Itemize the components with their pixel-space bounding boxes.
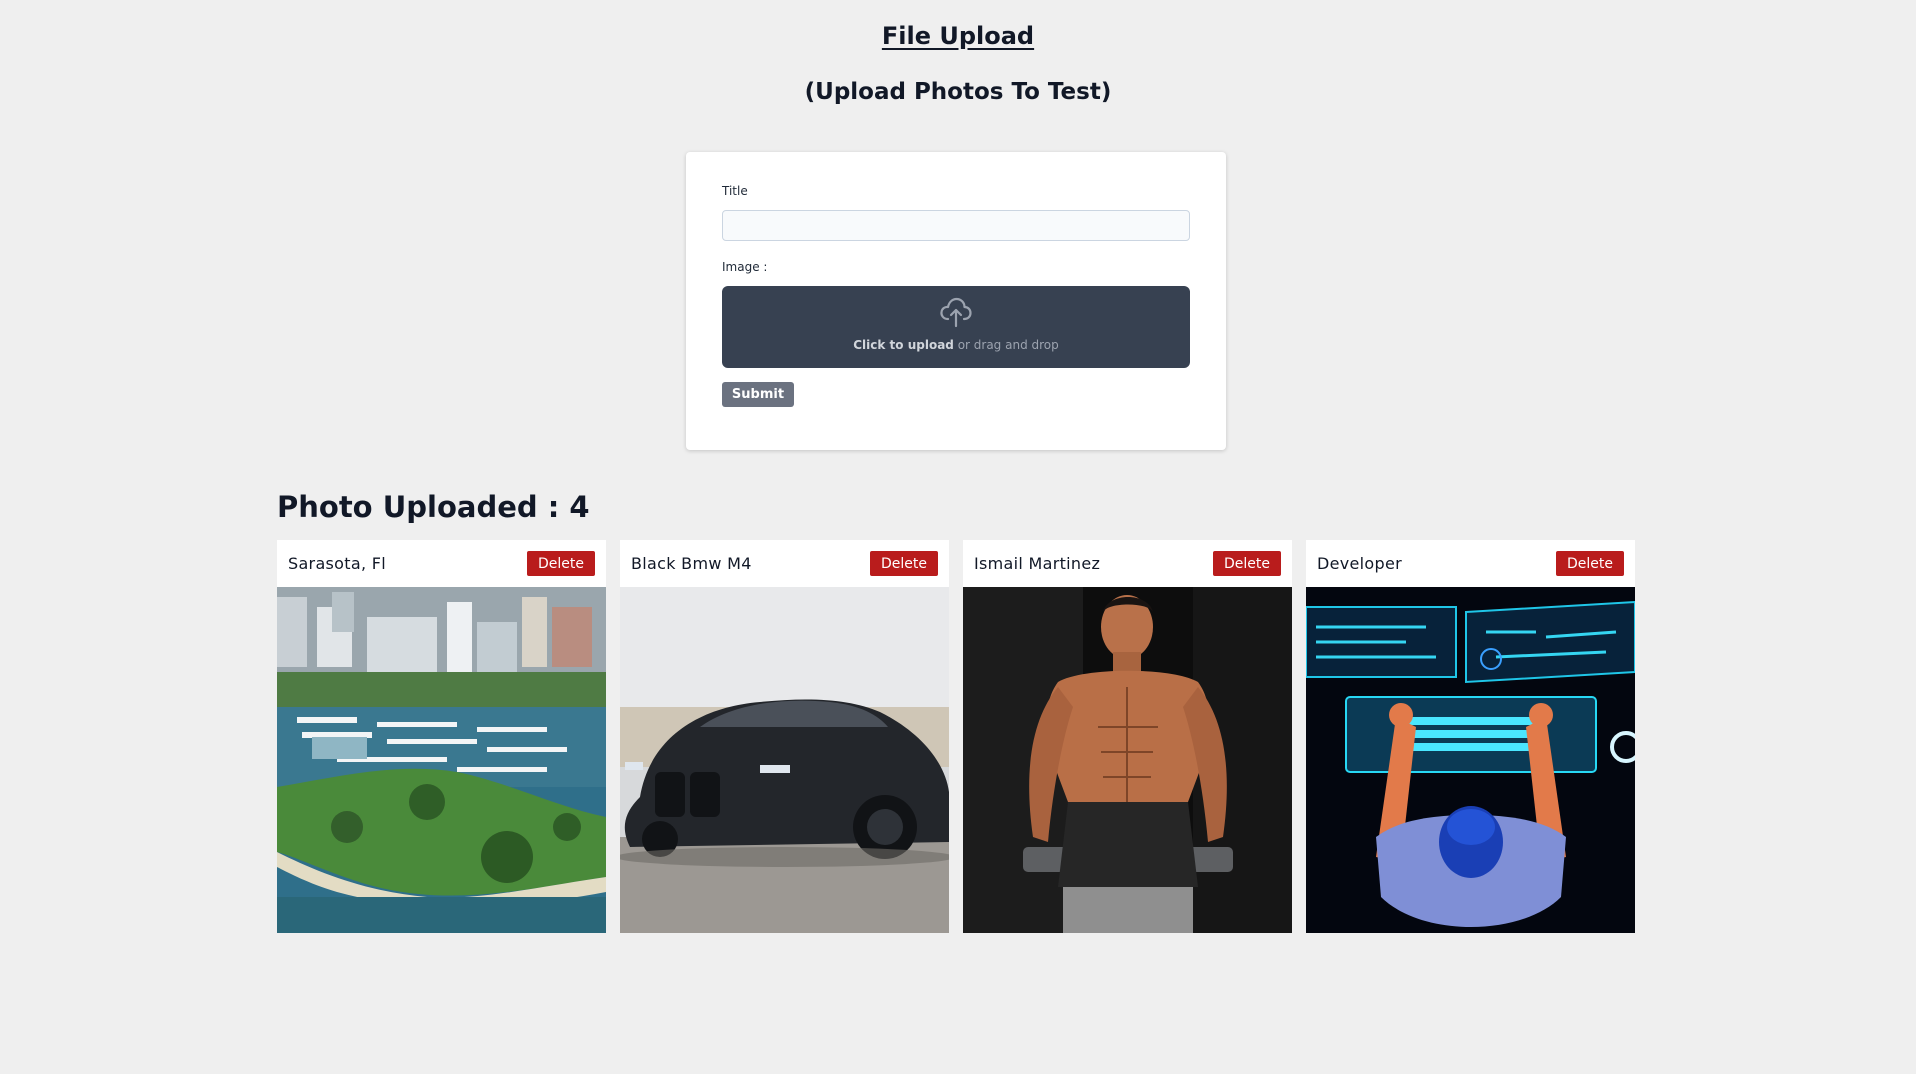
developer-illustration-image xyxy=(1306,587,1635,933)
image-dropzone[interactable]: Click to upload or drag and drop xyxy=(722,286,1190,368)
delete-button[interactable]: Delete xyxy=(1213,551,1281,576)
photo-title: Sarasota, Fl xyxy=(288,554,386,573)
photo-image xyxy=(963,587,1292,933)
photo-card-header: Developer Delete xyxy=(1306,540,1635,587)
photo-image xyxy=(277,587,606,933)
file-upload-page: File Upload (Upload Photos To Test) Titl… xyxy=(0,0,1916,1074)
black-car-image xyxy=(620,587,949,933)
photo-card: Ismail Martinez Delete xyxy=(963,540,1292,933)
photo-image xyxy=(620,587,949,933)
aerial-city-marina-image xyxy=(277,587,606,933)
photo-count-heading: Photo Uploaded : 4 xyxy=(277,490,590,524)
dropzone-text: Click to upload or drag and drop xyxy=(853,338,1059,352)
photo-card-header: Ismail Martinez Delete xyxy=(963,540,1292,587)
photo-title: Black Bmw M4 xyxy=(631,554,752,573)
delete-button[interactable]: Delete xyxy=(1556,551,1624,576)
photo-title: Ismail Martinez xyxy=(974,554,1101,573)
title-label: Title xyxy=(722,184,748,198)
photo-card: Developer Delete xyxy=(1306,540,1635,933)
dropzone-drag-text: or drag and drop xyxy=(953,338,1059,352)
delete-button[interactable]: Delete xyxy=(527,551,595,576)
image-label: Image : xyxy=(722,260,768,274)
cloud-upload-icon xyxy=(940,297,972,328)
photo-card: Black Bmw M4 Delete xyxy=(620,540,949,933)
dropzone-click-text: Click to upload xyxy=(853,338,954,352)
title-input[interactable] xyxy=(722,210,1190,241)
page-title: File Upload xyxy=(881,22,1035,50)
delete-button[interactable]: Delete xyxy=(870,551,938,576)
page-subtitle: (Upload Photos To Test) xyxy=(804,79,1112,105)
photo-card-header: Black Bmw M4 Delete xyxy=(620,540,949,587)
athlete-portrait-image xyxy=(963,587,1292,933)
submit-button[interactable]: Submit xyxy=(722,382,794,407)
photo-image xyxy=(1306,587,1635,933)
photo-card-header: Sarasota, Fl Delete xyxy=(277,540,606,587)
photo-title: Developer xyxy=(1317,554,1402,573)
photo-card: Sarasota, Fl Delete xyxy=(277,540,606,933)
photo-gallery: Sarasota, Fl Delete Black Bmw M4 Delete … xyxy=(277,540,1636,933)
upload-form-card: Title Image : Click to upload or drag an… xyxy=(686,152,1226,450)
